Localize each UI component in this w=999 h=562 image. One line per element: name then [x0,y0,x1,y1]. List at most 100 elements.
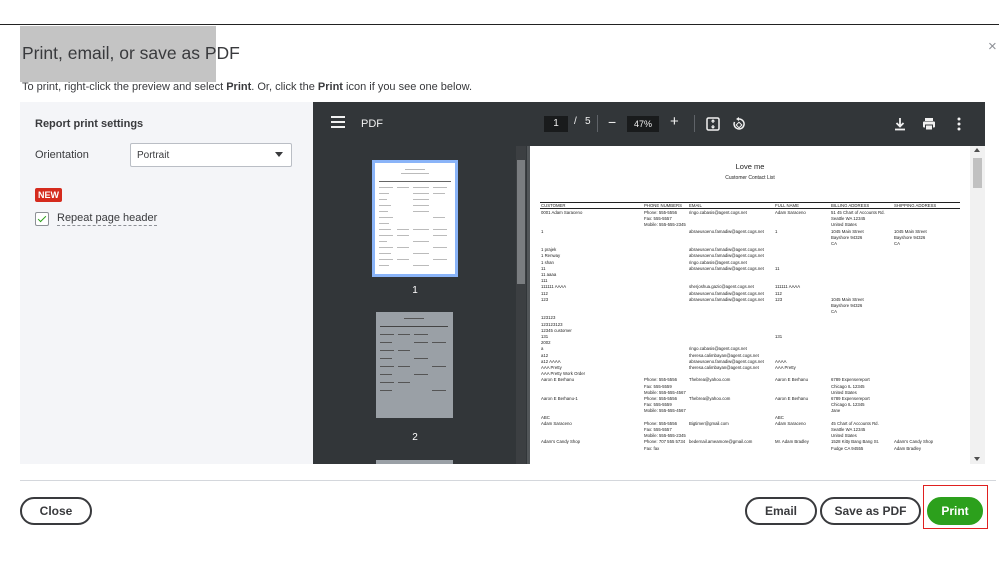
report-cell: CA [831,309,837,315]
fit-page-icon[interactable] [705,116,721,132]
report-subtitle: Customer Contact List [725,175,775,181]
report-column-header: CUSTOMER [541,203,566,208]
thumbnail-scrollbar[interactable] [516,146,526,464]
new-badge: NEW [35,188,62,202]
pdf-page-scrollbar[interactable] [970,146,985,464]
more-icon[interactable] [951,116,967,132]
thumbnail-page-3[interactable] [376,460,453,464]
report-cell: 1045 Main Street [831,228,864,234]
orientation-value: Portrait [137,150,170,161]
email-button[interactable]: Email [745,497,817,525]
report-cell: 111111 AAAA [541,284,567,290]
report-cell: abraeusoeno.famadiw@agent.cogs.net [689,358,764,364]
repeat-page-header-checkbox[interactable] [35,212,49,226]
pdf-toolbar: PDF 1 / 5 − 47% + [313,102,985,146]
report-cell: a [541,346,544,352]
page-number-input[interactable]: 1 [544,116,568,132]
orientation-label: Orientation [35,149,89,161]
report-cell: abraeusoeno.famadiw@agent.cogs.net [689,253,764,259]
report-cell: Mobile: 555-555-2345 [644,433,686,439]
report-cell: 1 [541,228,544,234]
rotate-icon[interactable] [731,116,747,132]
report-cell: Jane [831,408,841,414]
report-cell: 112 [541,290,548,296]
report-cell: abraeusoeno.famadiw@agent.cogs.net [689,247,764,253]
scrollbar-thumb[interactable] [973,158,982,188]
zoom-in-icon[interactable]: + [670,113,679,130]
toolbar-divider [694,115,695,132]
report-cell: 1045 Main Street [831,296,864,302]
report-cell: 131 [541,334,549,339]
zoom-out-icon[interactable]: − [608,114,616,130]
thumbnail-label-2: 2 [412,432,418,443]
report-cell: Adam Saraceno [775,210,806,215]
report-cell: 123 [541,296,549,302]
report-cell: 45 Chart of Accounts Rd. [831,420,879,426]
report-cell: United States [831,433,857,439]
zoom-input[interactable]: 47% [627,116,659,132]
report-cell: 123123123 [541,321,563,327]
report-cell: 1 shan [541,259,554,265]
print-icon[interactable] [921,116,937,132]
close-icon[interactable]: × [988,38,997,55]
report-cell: Bayshore 94326 [894,234,926,240]
report-cell: Adam's Candy Shop [894,439,934,445]
report-cell: 1528 Kitty Bang Bang St. [831,439,880,445]
save-as-pdf-button[interactable]: Save as PDF [820,497,921,525]
report-cell: 111111 AAAA [775,284,801,290]
report-cell: a12 AAAA [541,358,561,364]
report-cell: ABC [541,414,550,420]
caret-down-icon [275,152,283,157]
report-cell: sherjoshua.gazic@agent.cogs.net [689,284,754,290]
report-cell: Aaron E Berhanu-1 [541,396,578,401]
report-cell: Adam's Candy Shop [541,439,581,445]
menu-icon[interactable] [331,116,345,128]
report-cell: Aaron E Berhanu [541,377,574,383]
report-cell: Fax: 555-5557 [644,427,672,432]
dialog-title: Print, email, or save as PDF [22,43,240,63]
report-cell: Seattle WA 12345 [831,216,866,222]
report-cell: 1 [775,228,778,234]
report-cell: Phone: 555-5556 [644,396,677,401]
report-cell: abraeusoeno.famadiw@agent.cogs.net [689,265,764,271]
toolbar-divider [597,115,598,132]
scroll-down-icon[interactable] [974,457,980,461]
report-title: Love me [735,162,765,171]
report-cell: bedernail.ameamore@gmail.com [689,439,753,445]
report-cell: Mobile: 555-555-4567 [644,389,686,395]
settings-title: Report print settings [35,118,144,130]
report-cell: Mobile: 555-555-4567 [644,408,686,414]
report-cell: Mobile: 555-555-2345 [644,222,686,228]
report-cell: abraeusoeno.famadiw@agent.cogs.net [689,290,764,296]
report-cell: Thebrea@yahoo.com [689,377,731,383]
report-cell: 1 Renway [541,253,561,259]
report-cell: AAAA [775,358,787,364]
close-button[interactable]: Close [20,497,92,525]
download-icon[interactable] [892,116,908,132]
scroll-up-icon[interactable] [974,148,980,152]
report-cell: Seattle WA 12345 [831,427,866,432]
pdf-page-preview[interactable]: Love me Customer Contact List CUSTOMER PH… [530,146,970,464]
report-cell: Fax: 555-5559 [644,383,672,389]
report-cell: ringo.cabasis@agent.cogs.net [689,210,747,215]
footer-divider [20,480,996,481]
report-cell: AAA Pretty Work Order [541,371,586,377]
report-cell: ringo.cabasis@agent.cogs.net [689,346,747,352]
report-cell: theresa.calimbayan@agent.cogs.net [689,365,759,370]
thumbnail-page-1[interactable] [372,160,458,277]
pdf-viewer: PDF 1 / 5 − 47% + 1 2 Love me Customer C… [313,102,985,464]
repeat-page-header-label[interactable]: Repeat page header [57,212,158,226]
thumbnail-page-2[interactable] [376,312,453,418]
report-cell: Bigtimer@gmail.com [689,420,729,426]
report-cell: Phone: 555-5556 [644,420,677,426]
top-border [0,24,999,25]
report-cell: ringo.cabasis@agent.cogs.net [689,259,747,265]
report-cell: Fax: fax [644,445,660,451]
report-cell: Adam Bradley [894,445,921,451]
report-column-header: EMAIL [689,203,702,208]
orientation-select[interactable]: Portrait [130,143,292,167]
report-cell: Chicago IL 12345 [831,383,865,389]
report-cell: 131 [775,334,783,339]
print-button-highlight [923,485,988,529]
pdf-title: PDF [361,118,383,130]
